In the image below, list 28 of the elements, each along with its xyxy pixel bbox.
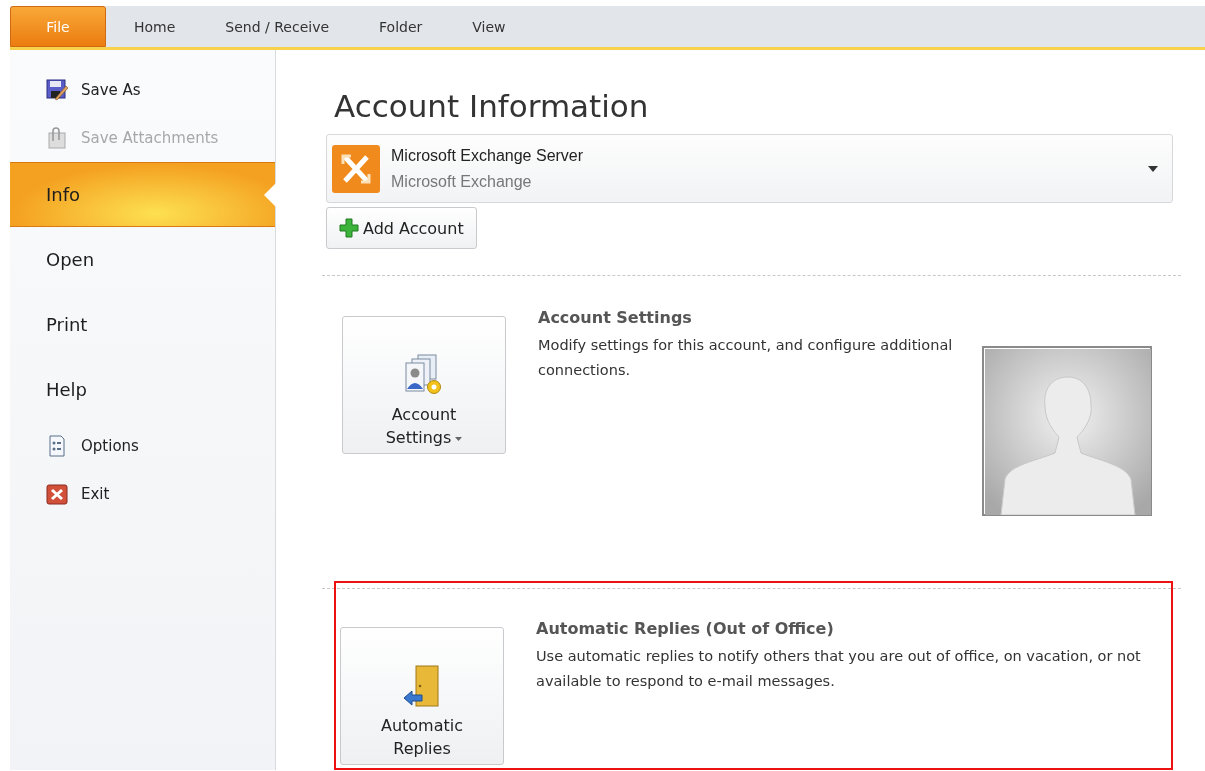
backstage-tab[interactable]: Print [10,292,275,357]
dropdown-arrow-icon [455,436,463,441]
section-title: Automatic Replies (Out of Office) [536,619,835,639]
section-description: Modify settings for this account, and configure additional connections. [538,336,954,381]
add-account-button[interactable]: Add Account [326,207,477,250]
exchange-logo-icon [331,143,381,194]
menu-command[interactable]: Save As [10,66,275,114]
plus-icon [339,218,359,239]
account-name: Microsoft Exchange Server [391,146,585,165]
account-dropdown[interactable]: Microsoft Exchange Server Microsoft Exchange [326,134,1173,204]
ribbon-tab[interactable]: Send / Receive [203,6,352,47]
backstage-tab[interactable]: Open [10,227,275,292]
page-title: Account Information [334,88,650,124]
backstage-tab[interactable]: Info [10,162,275,227]
large-button[interactable]: Automatic Replies [340,627,504,766]
document-icon [46,435,68,457]
ribbon-tab[interactable]: View [450,6,528,47]
dropdown-arrow-icon [1148,165,1158,172]
ribbon-tab[interactable]: Home [112,6,198,47]
backstage-tab[interactable]: Help [10,357,275,422]
close-icon [46,483,68,505]
menu-command[interactable]: Options [10,422,275,470]
menu-command[interactable]: Exit [10,470,275,518]
large-button[interactable]: Account Settings [342,316,506,455]
ribbon-tab[interactable]: Folder [357,6,445,47]
section-description: Use automatic replies to notify others that you are out of office, on vacation, or not available to respond to e-mail messages. [536,647,1142,692]
account-type: Microsoft Exchange [391,172,533,191]
section-title: Account Settings [538,308,693,328]
